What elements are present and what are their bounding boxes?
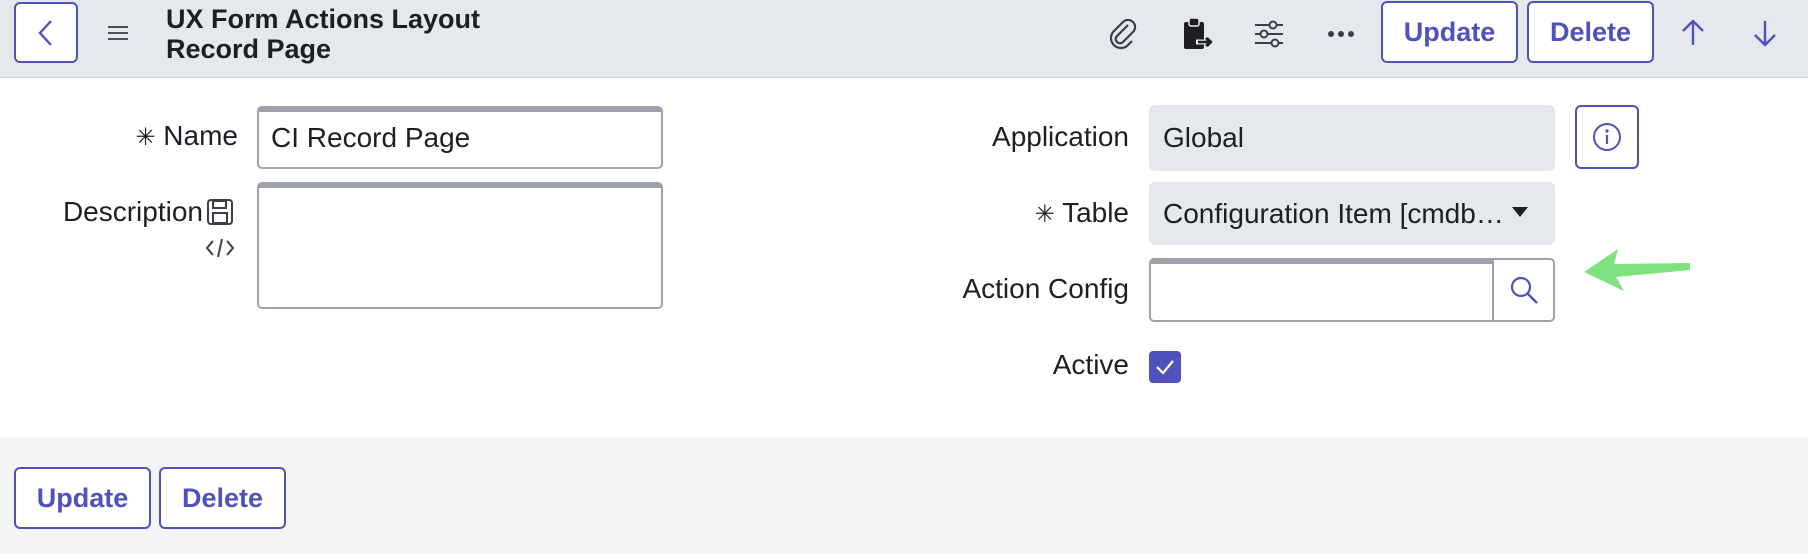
search-icon <box>1510 276 1538 304</box>
footer-delete-button[interactable]: Delete <box>159 467 286 529</box>
name-input[interactable]: CI Record Page <box>259 112 661 154</box>
arrow-down-icon <box>1754 21 1776 47</box>
required-marker: ✳ <box>135 124 156 151</box>
application-label: Application <box>992 121 1129 152</box>
application-field: Global <box>1149 105 1555 171</box>
attachment-button[interactable] <box>1100 14 1146 54</box>
clipboard-export-icon <box>1184 17 1213 49</box>
form-footer: Update Delete <box>0 437 1808 554</box>
save-draft-button[interactable] <box>204 196 236 228</box>
action-config-label: Action Config <box>962 273 1129 304</box>
page-title-line2: Record Page <box>166 34 332 64</box>
header-update-button[interactable]: Update <box>1381 1 1518 63</box>
active-checkbox[interactable] <box>1149 351 1181 383</box>
annotation-arrow-icon <box>1584 249 1690 291</box>
table-required-marker: ✳ <box>1034 201 1055 228</box>
name-field-label: ✳ Name <box>120 120 238 152</box>
hamburger-menu-icon <box>108 26 128 40</box>
form-header: UX Form Actions Layout Record Page Updat… <box>0 0 1808 78</box>
action-config-lookup-button[interactable] <box>1492 258 1555 322</box>
sliders-icon <box>1255 20 1283 48</box>
code-view-button[interactable] <box>204 234 236 262</box>
description-label: Description <box>62 196 203 227</box>
name-label: Name <box>163 120 238 151</box>
clipboard-button[interactable] <box>1174 12 1220 56</box>
header-delete-button[interactable]: Delete <box>1527 1 1654 63</box>
header-update-label: Update <box>1403 16 1496 47</box>
back-button[interactable] <box>14 2 78 63</box>
table-select[interactable]: Configuration Item [cmdb… <box>1149 182 1555 245</box>
menu-button[interactable] <box>100 18 136 48</box>
info-icon <box>1593 123 1621 151</box>
floppy-disk-icon <box>207 199 233 225</box>
arrow-up-icon <box>1682 19 1704 45</box>
footer-update-label: Update <box>36 482 129 513</box>
more-horizontal-icon <box>1328 31 1354 37</box>
page-title: UX Form Actions Layout Record Page <box>166 4 480 64</box>
page-title-line1: UX Form Actions Layout <box>166 4 481 34</box>
footer-delete-label: Delete <box>181 482 264 513</box>
more-options-button[interactable] <box>1318 14 1364 54</box>
previous-record-button[interactable] <box>1672 12 1714 54</box>
checkmark-icon <box>1156 360 1174 375</box>
table-label: Table <box>1062 197 1129 228</box>
chevron-left-icon <box>38 19 52 46</box>
description-textarea[interactable] <box>257 182 663 309</box>
active-label: Active <box>1052 349 1129 380</box>
name-field[interactable]: CI Record Page <box>257 106 663 169</box>
table-value: Configuration Item [cmdb… <box>1163 197 1504 229</box>
settings-button[interactable] <box>1246 14 1292 54</box>
header-delete-label: Delete <box>1549 16 1632 47</box>
application-info-button[interactable] <box>1575 105 1639 169</box>
footer-update-button[interactable]: Update <box>14 467 151 529</box>
caret-down-icon <box>1512 207 1528 217</box>
next-record-button[interactable] <box>1744 12 1786 54</box>
application-value: Global <box>1163 122 1244 153</box>
paperclip-icon <box>1109 18 1137 50</box>
table-field-label: ✳ Table <box>960 197 1129 229</box>
code-icon <box>205 238 235 258</box>
action-config-field[interactable] <box>1149 258 1494 322</box>
